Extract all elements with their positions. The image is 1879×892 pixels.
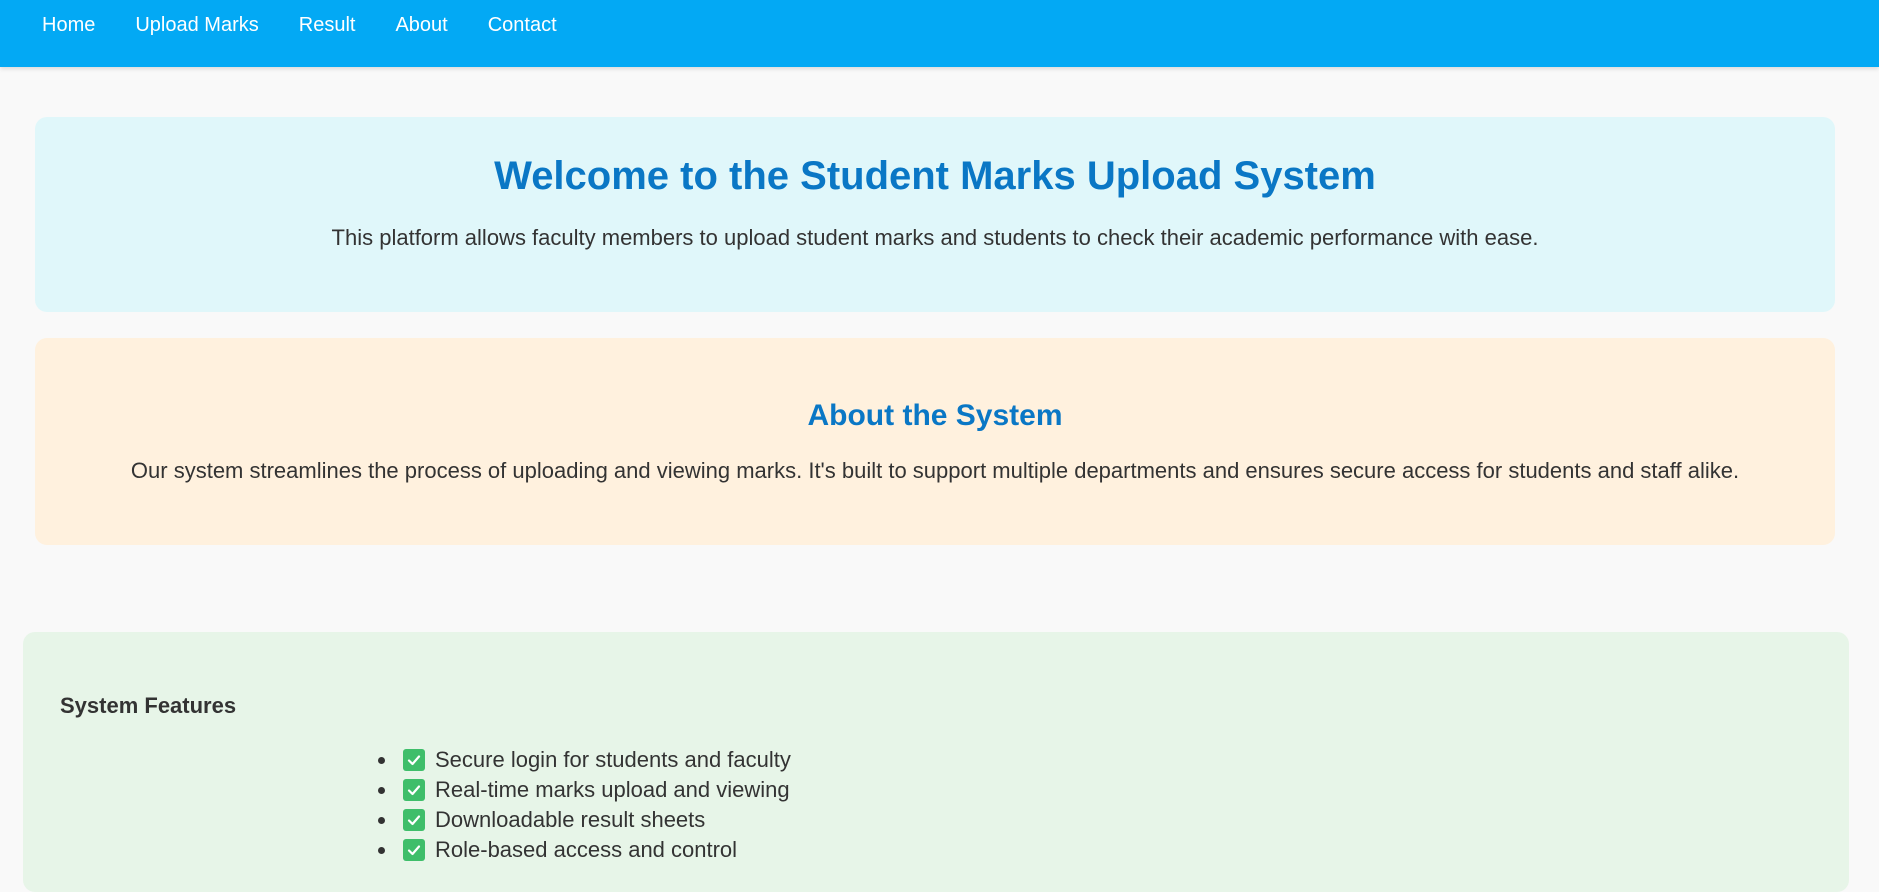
- feature-label: Downloadable result sheets: [435, 807, 706, 832]
- feature-item: Secure login for students and faculty: [378, 745, 791, 775]
- check-mark-icon: [403, 779, 425, 801]
- nav-link-result[interactable]: Result: [287, 0, 368, 36]
- check-mark-icon: [403, 839, 425, 861]
- features-list: Secure login for students and faculty Re…: [378, 745, 791, 865]
- bullet-icon: [378, 816, 385, 824]
- about-text: Our system streamlines the process of up…: [130, 458, 1740, 483]
- welcome-section: Welcome to the Student Marks Upload Syst…: [35, 117, 1835, 312]
- feature-item: Role-based access and control: [378, 835, 791, 865]
- welcome-title: Welcome to the Student Marks Upload Syst…: [494, 154, 1376, 198]
- bullet-icon: [378, 846, 385, 854]
- features-section: System Features Secure login for student…: [23, 632, 1849, 892]
- nav-link-contact[interactable]: Contact: [476, 0, 569, 36]
- feature-label: Role-based access and control: [435, 837, 738, 862]
- feature-label: Real-time marks upload and viewing: [435, 777, 790, 802]
- nav-link-upload-marks[interactable]: Upload Marks: [123, 0, 270, 36]
- feature-label: Secure login for students and faculty: [435, 747, 791, 772]
- features-title: System Features: [60, 693, 237, 718]
- bullet-icon: [378, 756, 385, 764]
- bullet-icon: [378, 786, 385, 794]
- welcome-text: This platform allows faculty members to …: [331, 225, 1539, 250]
- navbar: Home Upload Marks Result About Contact: [0, 0, 1879, 67]
- about-title: About the System: [807, 399, 1063, 432]
- check-mark-icon: [403, 809, 425, 831]
- nav-link-about[interactable]: About: [383, 0, 459, 36]
- feature-item: Real-time marks upload and viewing: [378, 775, 791, 805]
- about-section: About the System Our system streamlines …: [35, 338, 1835, 545]
- check-mark-icon: [403, 749, 425, 771]
- feature-item: Downloadable result sheets: [378, 805, 791, 835]
- nav-link-home[interactable]: Home: [30, 0, 107, 36]
